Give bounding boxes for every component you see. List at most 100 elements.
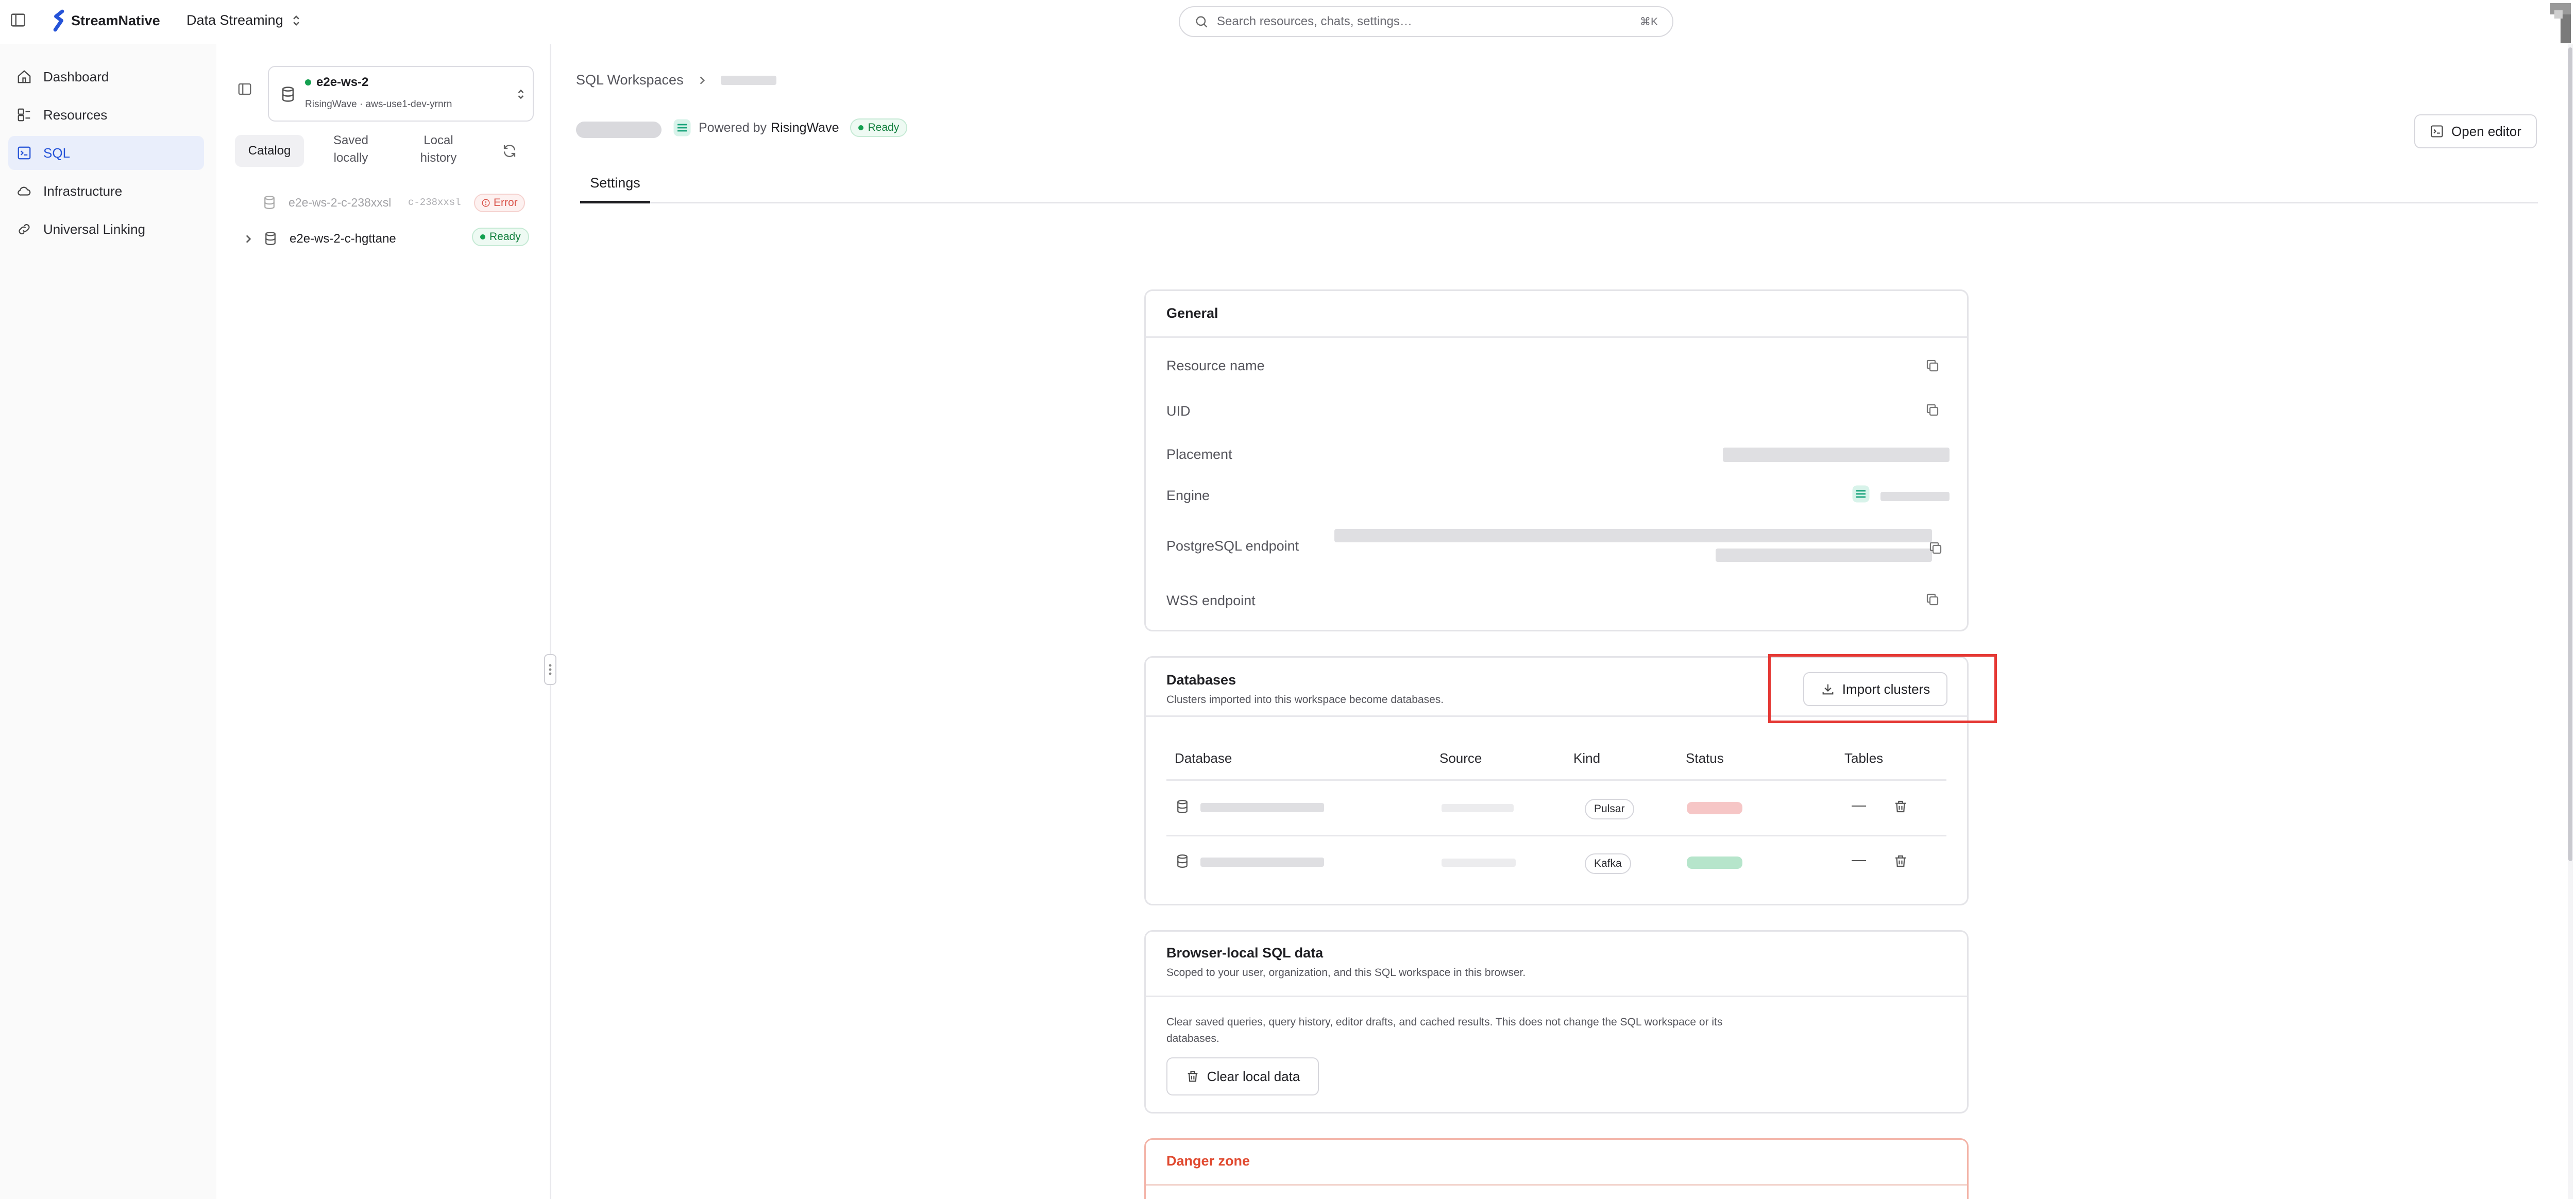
field-resource-name: Resource name [1166, 358, 1265, 373]
catalog-tabs: Catalog Saved locally Local history [235, 132, 522, 173]
resources-icon [18, 108, 30, 122]
divider [1146, 996, 1967, 997]
table-header-divider [1166, 779, 1946, 781]
chevron-updown-icon [293, 15, 299, 26]
tab-label: Local [423, 133, 453, 147]
tab-catalog[interactable]: Catalog [235, 135, 304, 167]
sidebar: Dashboard Resources SQL Infrastructure U… [0, 44, 216, 1199]
tab-saved-locally[interactable]: Saved locally [312, 132, 389, 171]
chevron-right-icon [700, 76, 705, 84]
trash-icon[interactable] [1893, 853, 1908, 869]
card-subtitle: Clusters imported into this workspace be… [1166, 694, 1444, 706]
terminal-icon [2431, 125, 2443, 138]
tables-value: — [1852, 851, 1866, 867]
table-row[interactable]: Pulsar — [1166, 781, 1946, 835]
column-header-tables: Tables [1844, 750, 1884, 766]
tab-settings[interactable]: Settings [580, 172, 650, 203]
global-search-input[interactable]: Search resources, chats, settings… ⌘K [1179, 6, 1673, 37]
tab-label: locally [333, 151, 368, 165]
sidebar-item-infrastructure[interactable]: Infrastructure [8, 174, 204, 208]
streamnative-logo-icon [53, 9, 64, 32]
postgres-endpoint-redacted [1334, 529, 1932, 542]
chevron-right-icon[interactable] [243, 234, 253, 244]
search-placeholder: Search resources, chats, settings… [1217, 14, 1412, 28]
copy-icon[interactable] [1925, 592, 1940, 607]
breadcrumb-root[interactable]: SQL Workspaces [576, 72, 684, 88]
catalog-entry-name: e2e-ws-2-c-238xxsl [289, 196, 392, 209]
card-title: General [1166, 305, 1218, 321]
sidebar-item-label: Infrastructure [43, 183, 123, 199]
avatar[interactable] [2535, 0, 2576, 44]
clear-local-data-button[interactable]: Clear local data [1166, 1057, 1319, 1095]
field-postgresql-endpoint: PostgreSQL endpoint [1166, 538, 1299, 554]
field-wss-endpoint: WSS endpoint [1166, 593, 1256, 608]
catalog-entry-id: c-238xxsl [408, 197, 461, 208]
powered-by-prefix: Powered by [699, 120, 767, 135]
general-card: General Resource name UID Placement Engi… [1144, 289, 1969, 631]
sidebar-item-sql[interactable]: SQL [8, 136, 204, 170]
top-bar: StreamNative Data Streaming Search resou… [0, 0, 2576, 44]
status-badge: Ready [850, 118, 908, 137]
workspace-title-redacted [576, 122, 662, 138]
status-dot [858, 125, 864, 130]
trash-icon [1188, 1071, 1198, 1082]
trash-icon[interactable] [1893, 799, 1908, 814]
database-icon [1177, 854, 1188, 868]
sidebar-item-resources[interactable]: Resources [8, 98, 204, 132]
workspace-selector[interactable]: e2e-ws-2 RisingWave · aws-use1-dev-yrnrn [268, 66, 534, 122]
highlight-box [1768, 654, 1997, 723]
kind-badge: Kafka [1585, 853, 1631, 874]
brand-name: StreamNative [71, 12, 160, 28]
field-engine: Engine [1166, 488, 1210, 503]
field-placement: Placement [1166, 447, 1232, 462]
sidebar-item-label: Resources [43, 107, 108, 123]
sidebar-item-label: SQL [43, 145, 71, 161]
risingwave-icon [1852, 485, 1870, 503]
cloud-icon [18, 186, 31, 196]
tables-value: — [1852, 797, 1866, 813]
copy-icon[interactable] [1928, 540, 1943, 556]
danger-zone-card: Danger zone [1144, 1138, 1969, 1199]
kind-badge: Pulsar [1585, 799, 1634, 819]
refresh-icon[interactable] [502, 143, 517, 159]
search-shortcut: ⌘K [1639, 15, 1658, 28]
row-divider [1166, 835, 1946, 836]
search-icon [1196, 16, 1208, 28]
copy-icon[interactable] [1925, 358, 1940, 373]
scrollbar-thumb[interactable] [2568, 47, 2572, 861]
table-row[interactable]: Kafka — [1166, 837, 1946, 890]
sidebar-item-universal-linking[interactable]: Universal Linking [8, 212, 204, 246]
link-icon [19, 224, 30, 234]
home-icon [18, 70, 31, 83]
divider [1146, 1184, 1967, 1186]
postgres-endpoint-redacted-2 [1716, 549, 1932, 562]
sidebar-toggle-icon[interactable] [9, 11, 27, 29]
column-header-database: Database [1175, 750, 1232, 766]
error-icon [482, 199, 490, 207]
status-text: Ready [868, 122, 900, 133]
description-line: Clear saved queries, query history, edit… [1166, 1016, 1723, 1028]
status-dot [305, 79, 311, 85]
engine-info: Powered by RisingWave Ready [673, 118, 908, 137]
panel-toggle-icon[interactable] [237, 81, 252, 97]
copy-icon[interactable] [1925, 402, 1940, 418]
tab-local-history[interactable]: Local history [400, 132, 477, 171]
powered-by-name: RisingWave [771, 120, 839, 135]
card-subtitle: Scoped to your user, organization, and t… [1166, 967, 1526, 979]
panel-resize-handle[interactable] [544, 654, 556, 685]
button-label: Open editor [2451, 123, 2521, 139]
open-editor-button[interactable]: Open editor [2414, 114, 2537, 148]
tab-label: history [420, 151, 457, 165]
status-dot [480, 234, 485, 239]
column-header-source: Source [1439, 750, 1482, 766]
sidebar-item-dashboard[interactable]: Dashboard [8, 60, 204, 94]
context-switcher[interactable]: Data Streaming [187, 12, 302, 28]
description-line: databases. [1166, 1033, 1219, 1044]
status-text: Ready [489, 231, 521, 243]
brand-logo[interactable]: StreamNative [52, 9, 160, 32]
status-badge-redacted [1687, 802, 1742, 814]
workspace-subtitle: RisingWave · aws-use1-dev-yrnrn [305, 99, 452, 110]
sql-icon [18, 146, 31, 160]
context-label: Data Streaming [187, 12, 283, 28]
status-badge-error: Error [474, 194, 525, 212]
